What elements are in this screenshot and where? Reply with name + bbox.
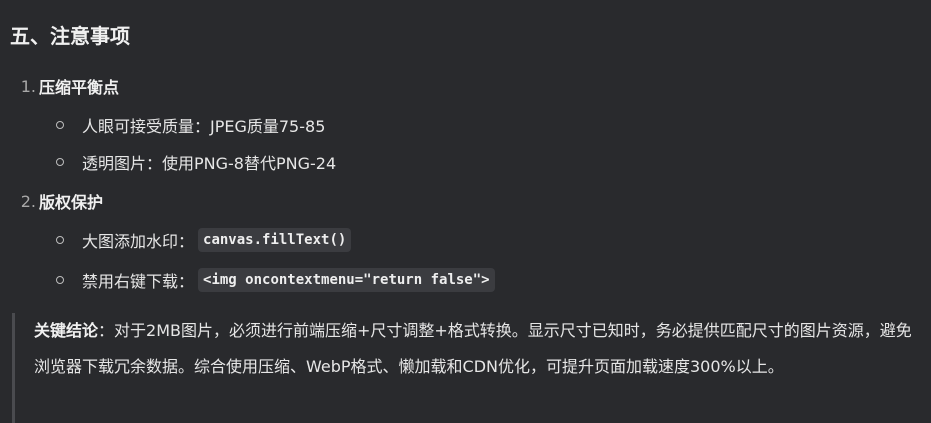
conclusion-blockquote: 关键结论：对于2MB图片，必须进行前端压缩+尺寸调整+格式转换。显示尺寸已知时，… <box>12 313 917 423</box>
sub-list-text: 禁用右键下载： <box>82 272 195 291</box>
list-item-title: 版权保护 <box>39 193 104 212</box>
sub-list-item: 人眼可接受质量：JPEG质量75-85 <box>56 110 325 140</box>
inline-code: canvas.fillText() <box>198 228 352 252</box>
list-number: 2. <box>20 191 36 211</box>
circle-bullet-icon <box>56 276 64 284</box>
sub-list-text: 大图添加水印： <box>82 232 195 251</box>
sub-list-text: 透明图片：使用PNG-8替代PNG-24 <box>82 154 337 173</box>
conclusion-text: ：对于2MB图片，必须进行前端压缩+尺寸调整+格式转换。显示尺寸已知时，务必提供… <box>34 321 912 376</box>
list-number: 1. <box>20 76 36 96</box>
circle-bullet-icon <box>56 236 64 244</box>
list-item: 2. 版权保护 <box>14 186 103 216</box>
inline-code: <img oncontextmenu="return false"> <box>198 268 495 292</box>
sub-list-item: 透明图片：使用PNG-8替代PNG-24 <box>56 147 336 177</box>
section-heading: 五、注意事项 <box>10 24 130 48</box>
list-item: 1. 压缩平衡点 <box>14 71 119 101</box>
sub-list-text: 人眼可接受质量：JPEG质量75-85 <box>82 117 326 136</box>
sub-list-item: 禁用右键下载： <img oncontextmenu="return false… <box>56 265 495 295</box>
sub-list-item: 大图添加水印： canvas.fillText() <box>56 225 352 255</box>
list-item-title: 压缩平衡点 <box>39 78 120 97</box>
circle-bullet-icon <box>56 158 64 166</box>
circle-bullet-icon <box>56 121 64 129</box>
conclusion-label: 关键结论 <box>34 321 99 340</box>
